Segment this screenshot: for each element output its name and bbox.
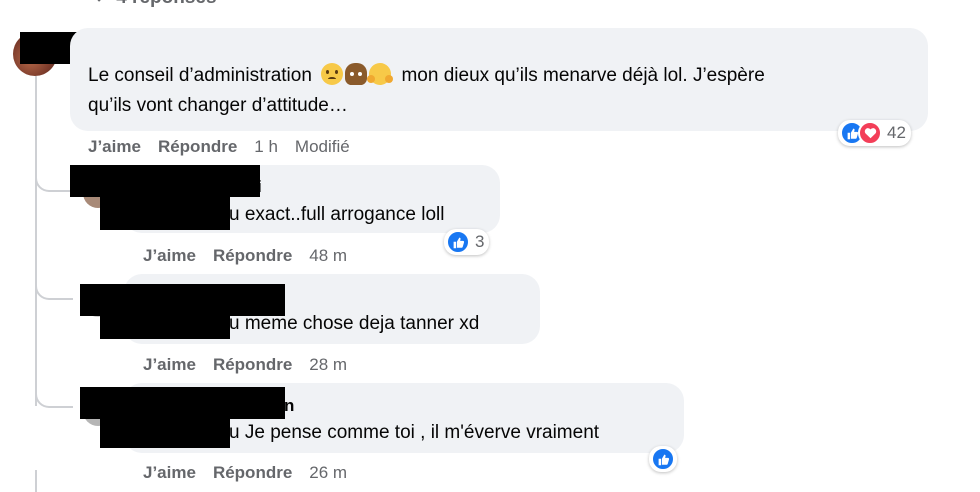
love-reaction-icon (858, 121, 882, 145)
redacted-text (100, 196, 230, 230)
like-button[interactable]: J’aime (88, 137, 141, 156)
reply-text: u exact..full arrogance loll (229, 204, 445, 225)
like-button[interactable]: J’aime (143, 246, 196, 265)
reply-actions: J’aime Répondre 26 m (143, 463, 364, 483)
hugging-face-emoji (367, 63, 394, 85)
comment-text-line2: qu’ils vont changer d’attitude… (88, 95, 348, 116)
reaction-summary[interactable] (649, 446, 677, 472)
reply-text: u Je pense comme toi , il m'éverve vraim… (229, 422, 600, 443)
view-replies-link[interactable]: ↗︎ 4 réponses (95, 0, 217, 9)
pile-of-poo-emoji (345, 63, 368, 85)
replies-count-label: 4 réponses (116, 0, 216, 8)
reply-button[interactable]: Répondre (213, 463, 292, 482)
comment-text-start: Le conseil d’administration (88, 65, 312, 86)
timestamp[interactable]: 26 m (309, 463, 347, 482)
reply-arrow-icon: ↗︎ (95, 0, 111, 8)
thread-connector (35, 378, 73, 408)
comment-actions: J’aime Répondre 1 h Modifié (88, 137, 367, 157)
reply-button[interactable]: Répondre (213, 246, 292, 265)
like-reaction-icon (446, 230, 470, 254)
redacted-author-name (70, 165, 260, 197)
comment-text-end: mon dieux qu’ils menarve déjà lol. J’esp… (401, 65, 765, 86)
reply-author-name-tail[interactable]: n (284, 392, 294, 420)
redacted-text (100, 306, 230, 339)
reply-actions: J’aime Répondre 48 m (143, 246, 364, 266)
like-button[interactable]: J’aime (143, 463, 196, 482)
timestamp[interactable]: 48 m (309, 246, 347, 265)
thread-connector (35, 160, 73, 192)
reaction-count: 42 (887, 123, 906, 142)
reaction-count: 3 (475, 232, 485, 251)
timestamp[interactable]: 28 m (309, 355, 347, 374)
like-reaction-icon (651, 447, 675, 471)
comment-text: Le conseil d’administration mon dieux qu… (88, 62, 765, 90)
reaction-summary[interactable]: 42 (838, 120, 911, 146)
edited-label[interactable]: Modifié (295, 137, 350, 156)
redacted-text (100, 415, 230, 448)
thread-line (35, 76, 37, 406)
timestamp[interactable]: 1 h (254, 137, 278, 156)
worried-face-emoji (321, 63, 344, 85)
reply-actions: J’aime Répondre 28 m (143, 355, 364, 375)
thread-connector (35, 270, 73, 300)
thread-line (35, 470, 37, 492)
like-button[interactable]: J’aime (143, 355, 196, 374)
reply-button[interactable]: Répondre (158, 137, 237, 156)
reply-button[interactable]: Répondre (213, 355, 292, 374)
reaction-summary[interactable]: 3 (444, 229, 490, 255)
